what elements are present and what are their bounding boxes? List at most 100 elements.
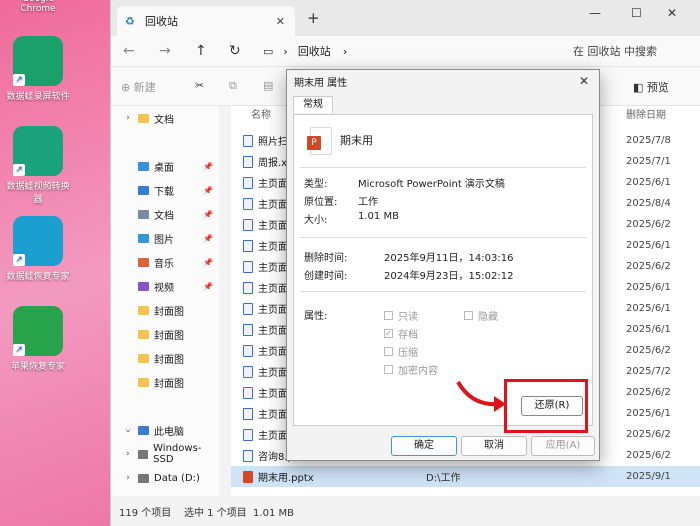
desktop-icon-label: 数据蛙视频转换器 — [6, 182, 70, 205]
minimize-icon[interactable]: — — [589, 6, 601, 20]
type-value: Microsoft PowerPoint 演示文稿 — [358, 179, 505, 190]
archive-checkbox[interactable]: ✓ 存档 — [384, 326, 418, 341]
pin-icon: 📌 — [203, 185, 213, 195]
desktop-chrome-label[interactable]: Google Chrome — [4, 0, 72, 14]
cut-icon[interactable]: ✂ — [195, 79, 204, 92]
file-icon — [243, 428, 253, 441]
tab-general[interactable]: 常规 — [293, 96, 333, 113]
folder-icon — [138, 305, 149, 315]
new-tab-icon[interactable]: + — [307, 9, 320, 27]
column-header-deleted-date[interactable]: 删除日期 — [626, 106, 666, 121]
file-icon — [243, 197, 253, 210]
desktop-icon-label: 苹果恢复专家 — [10, 362, 65, 372]
check-icon: ✓ — [384, 329, 393, 338]
desktop-icon-iphone-recovery[interactable]: ↗ 苹果恢复专家 — [4, 306, 72, 372]
table-row[interactable]: 期末用.pptx D:\工作 2025/9/1 — [231, 466, 700, 487]
sidebar-item[interactable]: 视频 📌 — [111, 275, 219, 297]
encrypt-checkbox[interactable]: 加密内容 — [384, 362, 438, 377]
deleted-date: 2025/7/2 — [626, 366, 671, 377]
annotation-arrow-icon — [456, 380, 506, 412]
column-header-name[interactable]: 名称 — [251, 106, 271, 121]
file-icon — [243, 155, 253, 168]
sidebar-item-label: 此电脑 — [154, 426, 184, 438]
tab-general-label: 常规 — [303, 99, 323, 110]
chevron-icon[interactable]: › — [123, 449, 133, 459]
hidden-checkbox[interactable]: 隐藏 — [464, 308, 498, 323]
readonly-checkbox[interactable]: 只读 — [384, 308, 418, 323]
copy-icon[interactable]: ⧉ — [229, 79, 237, 93]
preview-label: 预览 — [646, 81, 669, 94]
chevron-icon[interactable]: › — [123, 113, 133, 123]
sidebar-item[interactable]: 音乐 📌 — [111, 251, 219, 273]
preview-button[interactable]: ◧ 预览 — [633, 79, 669, 95]
shortcut-arrow-icon: ↗ — [13, 254, 25, 266]
sidebar-item-label: 文档 — [154, 210, 174, 222]
sidebar-item[interactable]: › Data (D:) — [111, 467, 219, 489]
encrypt-label: 加密内容 — [398, 366, 438, 377]
desktop-icon-recorder[interactable]: ↗ 数据蛙录屏软件 — [4, 36, 72, 102]
tab-title: 回收站 — [145, 15, 178, 28]
maximize-icon[interactable]: ☐ — [631, 6, 642, 20]
folder-icon — [138, 473, 149, 483]
chevron-icon[interactable]: › — [123, 473, 133, 483]
breadcrumb-item[interactable]: 回收站 — [298, 43, 331, 59]
back-icon[interactable]: ← — [123, 43, 135, 59]
close-window-icon[interactable]: ✕ — [667, 6, 677, 20]
sidebar-item[interactable]: 封面图 — [111, 371, 219, 393]
divider — [300, 237, 586, 238]
sidebar-item[interactable]: 桌面 📌 — [111, 155, 219, 177]
forward-icon[interactable]: → — [159, 43, 171, 59]
refresh-icon[interactable]: ↻ — [229, 43, 241, 59]
sidebar-item[interactable]: 封面图 — [111, 323, 219, 345]
sidebar-item[interactable]: 图片 📌 — [111, 227, 219, 249]
sidebar-item-label: 文档 — [154, 114, 174, 126]
sidebar-item[interactable]: › 文档 — [111, 107, 219, 129]
powerpoint-file-icon — [243, 470, 253, 483]
archive-label: 存档 — [398, 330, 418, 341]
sidebar-item-label: 桌面 — [154, 162, 174, 174]
dialog-close-icon[interactable]: ✕ — [579, 74, 589, 88]
search-input[interactable]: 在 回收站 中搜索 — [565, 39, 700, 63]
new-button[interactable]: ⊕ 新建 — [121, 79, 156, 95]
tab-recycle-bin[interactable]: ♻ 回收站 ✕ — [117, 6, 295, 36]
sidebar-item[interactable]: 下载 📌 — [111, 179, 219, 201]
powerpoint-badge-icon: P — [307, 136, 321, 150]
breadcrumb[interactable]: ▭ › 回收站 › — [263, 39, 555, 63]
origin-label: 原位置: — [304, 197, 338, 208]
checkbox-box — [384, 311, 393, 320]
folder-icon — [137, 449, 149, 459]
sidebar-item-label: Windows-SSD — [153, 443, 202, 465]
file-icon — [243, 302, 253, 315]
desktop-icon-converter[interactable]: ↗ 数据蛙视频转换器 — [4, 126, 72, 205]
deleted-date: 2025/7/1 — [626, 156, 671, 167]
deleted-date: 2025/6/2 — [626, 345, 671, 356]
sidebar-item[interactable]: 文档 📌 — [111, 203, 219, 225]
divider — [300, 291, 586, 292]
sidebar-item[interactable]: 封面图 — [111, 299, 219, 321]
chevron-right-icon: › — [342, 44, 348, 58]
sidebar-item[interactable]: 封面图 — [111, 347, 219, 369]
desktop-icon-label: 数据蛙录屏软件 — [6, 92, 70, 102]
folder-icon — [138, 353, 149, 363]
compress-label: 压缩 — [398, 348, 418, 359]
desktop-icon-label: 数据蛙恢复专家 — [6, 272, 70, 282]
sidebar-item[interactable]: › Windows-SSD — [111, 443, 219, 465]
sidebar-item-label: Data (D:) — [154, 472, 200, 484]
recorder-app-icon: ↗ — [13, 36, 63, 86]
cancel-button[interactable]: 取消 — [461, 436, 527, 456]
compress-checkbox[interactable]: 压缩 — [384, 344, 418, 359]
apply-button[interactable]: 应用(A) — [531, 436, 595, 456]
desktop-icon-recovery[interactable]: ↗ 数据蛙恢复专家 — [4, 216, 72, 282]
up-icon[interactable]: ↑ — [195, 43, 207, 59]
shortcut-arrow-icon: ↗ — [13, 74, 25, 86]
tab-close-icon[interactable]: ✕ — [276, 15, 285, 28]
sidebar-item[interactable]: ⌄ 此电脑 — [111, 419, 219, 441]
deleted-date: 2025/6/2 — [626, 429, 671, 440]
ok-button[interactable]: 确定 — [391, 436, 457, 456]
status-bar: 119 个项目 选中 1 个项目 1.01 MB — [111, 496, 700, 526]
attributes-label: 属性: — [304, 311, 328, 322]
file-icon — [243, 323, 253, 336]
chevron-icon[interactable]: ⌄ — [123, 425, 133, 435]
cancel-label: 取消 — [484, 440, 504, 451]
paste-icon[interactable]: ▤ — [263, 79, 273, 92]
